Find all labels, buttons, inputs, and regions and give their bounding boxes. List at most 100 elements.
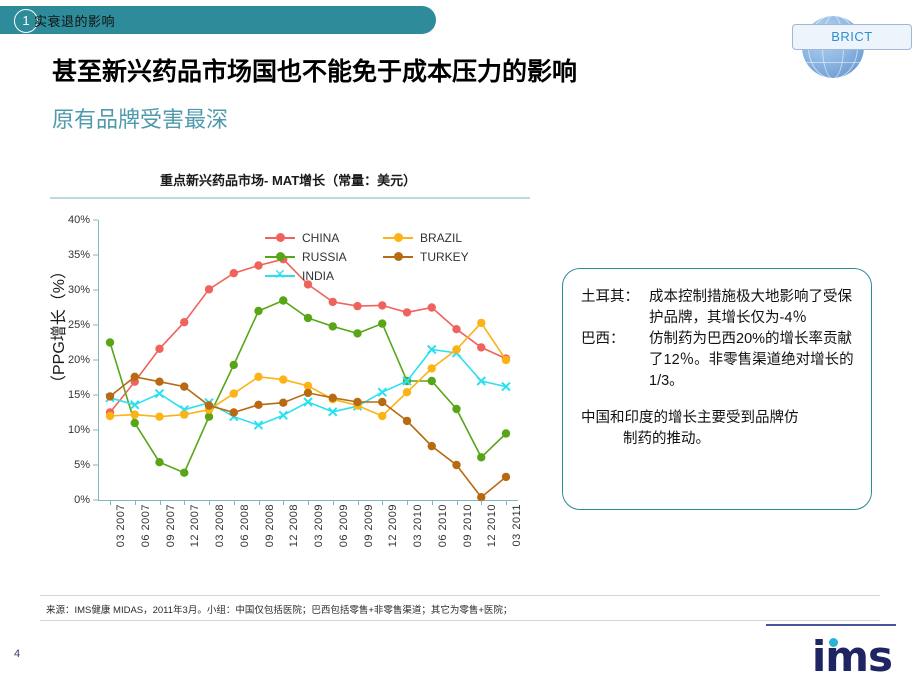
chart-x-tick-label: 03 2009	[313, 504, 325, 548]
chart-x-tick-label: 06 2007	[139, 504, 152, 548]
chart-data-point	[378, 411, 387, 421]
chart-data-point	[105, 411, 115, 421]
footer-source-text: 来源：IMS健康 MIDAS，2011年3月。小组：中国仅包括医院；巴西包括零售…	[46, 605, 513, 616]
legend-marker-dot-icon	[394, 232, 403, 242]
chart-x-tick-label: 03 2011	[511, 504, 523, 547]
chart-data-point	[253, 420, 264, 430]
chart-data-point	[229, 389, 238, 398]
chart-y-tick-label: 30%	[67, 284, 90, 296]
legend-item-turkey[interactable]: TURKEY	[383, 249, 469, 264]
chart-x-tick	[481, 500, 483, 505]
chart-data-point	[254, 261, 263, 270]
chart-y-tick	[93, 499, 98, 501]
legend-item-china[interactable]: CHINA	[265, 230, 339, 245]
legend-marker-dot-icon	[276, 251, 285, 261]
chart-data-point	[154, 388, 165, 399]
chart-data-point	[378, 319, 387, 328]
chart-data-point	[378, 397, 387, 407]
chart-x-tick	[308, 500, 309, 505]
chart-title: 重点新兴药品市场- MAT增长（常量：美元）	[160, 173, 417, 188]
chart-data-point	[278, 410, 288, 421]
chart-x-tick-label: 09 2010	[461, 504, 474, 548]
chart-data-point	[427, 364, 436, 373]
chart-data-point	[130, 410, 139, 419]
legend-item-india[interactable]: ✕ INDIA	[265, 265, 335, 283]
chart-data-point	[155, 377, 164, 386]
chart-data-point	[155, 458, 164, 467]
legend-marker-dot-icon	[394, 251, 403, 261]
footer-divider-bottom	[40, 620, 880, 621]
chart-y-tick	[93, 429, 98, 431]
commentary-paragraph-line1: 中国和印度的增长主要受到品牌仿	[581, 410, 799, 427]
chart-data-point	[303, 313, 313, 323]
chart-data-point	[427, 441, 436, 451]
chart-data-point	[204, 401, 214, 410]
chart-x-tick	[332, 500, 334, 505]
commentary-value-turkey: 成本控制措施极大地影响了受保护品牌，其增长仅为-4％	[649, 289, 852, 327]
legend-item-label: CHINA	[302, 230, 340, 245]
chart-data-point	[402, 308, 412, 317]
chart-y-tick	[93, 324, 98, 326]
chart-y-tick	[93, 289, 98, 291]
ims-logo: ims	[811, 632, 893, 681]
legend-item-label: INDIA	[302, 268, 335, 283]
chart-data-point	[180, 318, 189, 327]
legend-swatch-icon	[383, 232, 413, 242]
chart-data-point	[229, 408, 238, 417]
legend-item-brazil[interactable]: BRAZIL	[383, 230, 462, 245]
commentary-row-brazil: 巴西： 仿制药为巴西20%的增长率贡献了12％。非零售渠道绝对增长的1/3。	[581, 329, 857, 392]
chart-data-point	[155, 344, 164, 353]
chart-x-tick-label: 09 2008	[263, 504, 276, 548]
chart-data-point	[402, 388, 412, 397]
chart-data-point	[254, 306, 263, 316]
chart-x-tick-label: 12 2009	[387, 504, 400, 548]
chart-data-point	[452, 460, 461, 470]
chart-title-divider	[50, 197, 530, 199]
legend-swatch-icon	[265, 251, 295, 261]
chart-data-point	[427, 376, 436, 386]
chart-x-tick	[357, 500, 359, 505]
chart-data-point	[328, 322, 337, 331]
legend-item-russia[interactable]: RUSSIA	[265, 249, 347, 264]
chart-y-tick-label: 15%	[67, 389, 90, 401]
logo-rule	[766, 624, 896, 626]
commentary-key-brazil: 巴西：	[581, 331, 625, 348]
commentary-paragraph-line2: 制药的推动。	[623, 431, 710, 448]
chart-data-point	[105, 392, 115, 401]
chart-x-tick	[209, 500, 210, 505]
chart-data-point	[477, 318, 486, 328]
chart-data-point	[353, 329, 362, 338]
chart-y-tick	[93, 254, 98, 256]
chart-x-tick	[134, 500, 136, 505]
chart-x-tick-label: 12 2010	[486, 504, 499, 548]
chart-data-point	[105, 338, 115, 347]
header-bar-label: 实衰退的影响	[34, 14, 116, 29]
chart-data-point	[477, 343, 486, 352]
chart-data-point	[353, 301, 362, 311]
chart-x-tick	[506, 500, 507, 505]
chart-data-point	[303, 397, 313, 407]
chart-x-tick	[159, 500, 161, 505]
chart-data-point	[130, 418, 139, 428]
chart-data-point	[229, 269, 238, 278]
chart-y-tick-label: 20%	[67, 354, 90, 366]
chart-x-tick-label: 06 2009	[337, 504, 350, 548]
chart-data-point	[180, 468, 189, 477]
footer-divider-top	[40, 595, 880, 596]
legend-marker-x-icon: ✕	[274, 265, 286, 282]
chart-data-point	[229, 360, 238, 370]
chart-x-tick-label: 06 2008	[238, 504, 251, 548]
chart-data-point	[130, 372, 139, 381]
chart-x-tick	[233, 500, 235, 505]
chart-data-point	[402, 416, 412, 426]
chart-data-point	[477, 453, 486, 462]
chart-y-tick-label: 10%	[67, 424, 90, 436]
chart-data-point	[501, 355, 511, 365]
commentary-value-brazil: 仿制药为巴西20%的增长率贡献了12％。非零售渠道绝对增长的1/3。	[649, 331, 854, 390]
chart-data-point	[353, 397, 362, 407]
chart-y-axis-title: （PPG增长（%）	[51, 262, 68, 392]
chart-data-point	[501, 472, 511, 482]
legend-item-label: RUSSIA	[302, 249, 347, 264]
commentary-paragraph: 中国和印度的增长主要受到品牌仿 制药的推动。	[581, 408, 857, 450]
commentary-box: 土耳其： 成本控制措施极大地影响了受保护品牌，其增长仅为-4％ 巴西： 仿制药为…	[562, 268, 872, 510]
